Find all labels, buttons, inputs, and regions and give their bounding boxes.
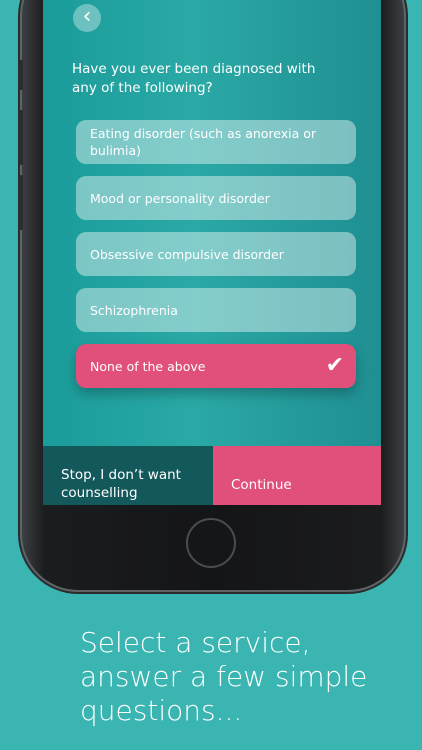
option-label: Schizophrenia [90,302,178,318]
option-ocd[interactable]: Obsessive compulsive disorder [76,232,356,276]
chevron-left-icon: ‹ [82,4,92,29]
question-text: Have you ever been diagnosed with any of… [72,61,316,96]
option-none-of-the-above[interactable]: None of the above ✔ [76,344,356,388]
continue-button[interactable]: Continue [213,446,381,505]
option-label: Obsessive compulsive disorder [90,246,284,262]
option-eating-disorder[interactable]: Eating disorder (such as anorexia or bul… [76,120,356,164]
option-label: Eating disorder (such as anorexia or bul… [90,126,317,158]
phone-screen: ‹ Have you ever been diagnosed with any … [43,0,381,505]
phone-volume-down [19,175,23,230]
phone-volume-up [19,110,23,165]
promo-caption: Select a service, answer a few simple qu… [80,626,368,727]
option-schizophrenia[interactable]: Schizophrenia [76,288,356,332]
back-button[interactable]: ‹ [73,4,101,32]
stop-counselling-button[interactable]: Stop, I don’t want counselling [43,446,213,505]
phone-side-button [19,60,23,90]
checkmark-icon: ✔ [325,353,344,378]
phone-home-button[interactable] [186,518,236,568]
bottom-action-bar: Stop, I don’t want counselling Continue [43,446,381,505]
option-label: Mood or personality disorder [90,190,270,206]
option-label: None of the above [90,358,206,374]
option-mood-disorder[interactable]: Mood or personality disorder [76,176,356,220]
